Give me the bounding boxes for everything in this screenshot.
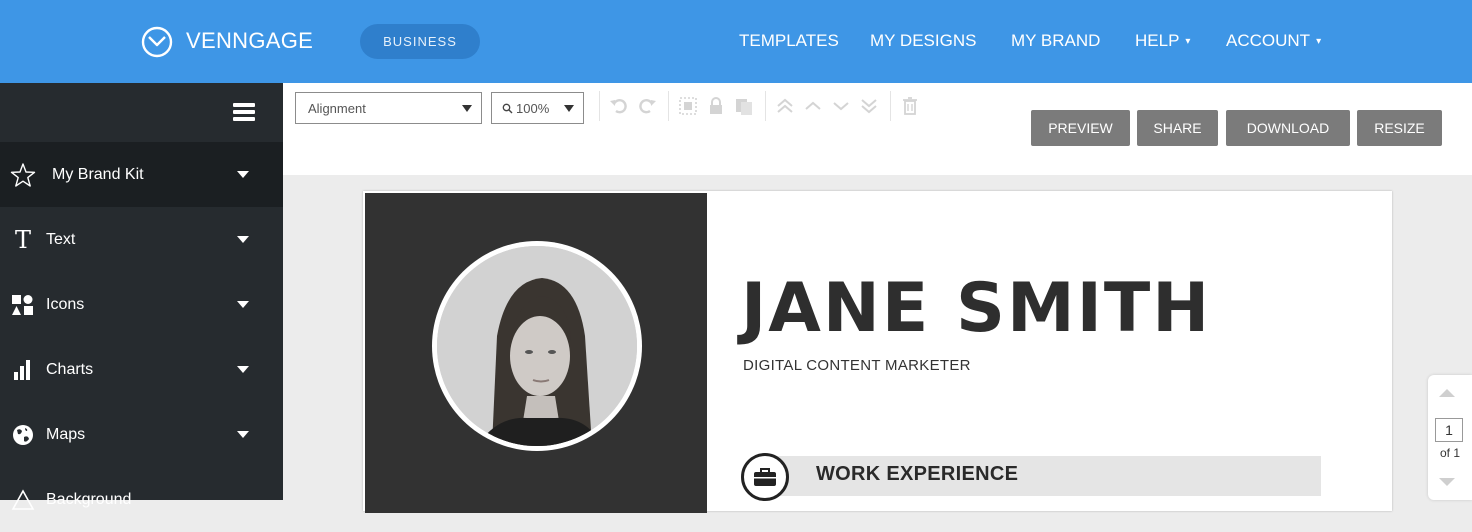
undo-icon[interactable] xyxy=(606,93,632,119)
send-to-back-icon[interactable] xyxy=(856,93,882,119)
nav-account[interactable]: ACCOUNT ▾ xyxy=(1226,31,1321,51)
download-button[interactable]: DOWNLOAD xyxy=(1226,110,1350,146)
alignment-select[interactable]: Alignment xyxy=(295,92,482,124)
preview-button[interactable]: PREVIEW xyxy=(1031,110,1130,146)
nav-my-brand[interactable]: MY BRAND xyxy=(1011,31,1100,51)
group-icon[interactable] xyxy=(675,93,701,119)
chevron-down-icon xyxy=(237,301,249,308)
sidebar-item-label: My Brand Kit xyxy=(52,165,144,183)
nav-help[interactable]: HELP ▾ xyxy=(1135,31,1190,51)
sidebar: My Brand Kit T Text Icons Charts Maps Ba… xyxy=(0,83,283,510)
resume-role[interactable]: DIGITAL CONTENT MARKETER xyxy=(743,357,971,374)
svg-text:T: T xyxy=(15,227,31,253)
page-up-icon[interactable] xyxy=(1439,389,1455,397)
resume-sidebar-panel[interactable] xyxy=(365,193,707,513)
hamburger-menu-icon[interactable] xyxy=(233,103,255,121)
zoom-value: 100% xyxy=(516,100,550,116)
resume-page[interactable]: JANE SMITH DIGITAL CONTENT MARKETER WORK… xyxy=(363,191,1392,513)
chevron-down-icon: ▾ xyxy=(1185,36,1191,48)
send-backward-icon[interactable] xyxy=(828,93,854,119)
nav-templates[interactable]: TEMPLATES xyxy=(739,31,839,51)
sidebar-item-label: Icons xyxy=(46,295,85,313)
bar-chart-icon xyxy=(10,357,36,383)
plan-badge: BUSINESS xyxy=(360,24,480,59)
page-number-input[interactable]: 1 xyxy=(1435,418,1463,442)
page-down-icon[interactable] xyxy=(1439,478,1455,486)
text-icon: T xyxy=(10,227,36,253)
page-navigator: 1 of 1 xyxy=(1428,375,1472,500)
profile-photo[interactable] xyxy=(432,241,642,451)
zoom-select[interactable]: 100% xyxy=(491,92,584,124)
nav-my-designs[interactable]: MY DESIGNS xyxy=(870,31,976,51)
design-canvas[interactable]: JANE SMITH DIGITAL CONTENT MARKETER WORK… xyxy=(283,175,1472,513)
chevron-down-icon xyxy=(237,366,249,373)
chevron-down-icon xyxy=(462,105,472,112)
sidebar-item-label: Text xyxy=(46,230,76,248)
brand-name: VENNGAGE xyxy=(186,28,314,53)
sidebar-item-text[interactable]: T Text xyxy=(0,207,283,272)
section-title[interactable]: WORK EXPERIENCE xyxy=(816,463,1018,486)
sidebar-item-my-brand-kit[interactable]: My Brand Kit xyxy=(0,142,283,207)
sidebar-item-label: Charts xyxy=(46,360,94,378)
chevron-down-icon: ▾ xyxy=(1316,36,1322,48)
resize-button[interactable]: RESIZE xyxy=(1357,110,1442,146)
logo-icon xyxy=(141,26,173,58)
page-count: of 1 xyxy=(1439,446,1460,460)
portrait-image xyxy=(437,246,637,446)
alignment-value: Alignment xyxy=(308,100,366,116)
sidebar-item-maps[interactable]: Maps xyxy=(0,402,283,467)
redo-icon[interactable] xyxy=(634,93,660,119)
bring-to-front-icon[interactable] xyxy=(772,93,798,119)
lock-icon[interactable] xyxy=(703,93,729,119)
sidebar-item-label: Maps xyxy=(46,425,86,443)
venngage-logo[interactable]: VENNGAGE xyxy=(140,24,313,58)
briefcase-icon[interactable] xyxy=(741,453,789,501)
toolbar-actions xyxy=(593,91,925,121)
top-navbar: VENNGAGE BUSINESS TEMPLATES MY DESIGNS M… xyxy=(0,0,1472,83)
sidebar-item-icons[interactable]: Icons xyxy=(0,272,283,337)
chevron-down-icon xyxy=(237,431,249,438)
editor-toolbar: Alignment 100% PREVIEW SHARE DOWNLOAD RE… xyxy=(283,83,1472,175)
chevron-down-icon xyxy=(237,171,249,178)
chevron-down-icon xyxy=(237,236,249,243)
delete-icon[interactable] xyxy=(897,93,923,119)
chevron-down-icon xyxy=(564,105,574,112)
globe-icon xyxy=(10,422,36,448)
magnifier-icon xyxy=(502,103,513,113)
bring-forward-icon[interactable] xyxy=(800,93,826,119)
sidebar-item-charts[interactable]: Charts xyxy=(0,337,283,402)
shapes-icon xyxy=(10,292,36,318)
star-icon xyxy=(10,162,36,188)
resume-name[interactable]: JANE SMITH xyxy=(741,269,1211,348)
duplicate-icon[interactable] xyxy=(731,93,757,119)
share-button[interactable]: SHARE xyxy=(1137,110,1218,146)
